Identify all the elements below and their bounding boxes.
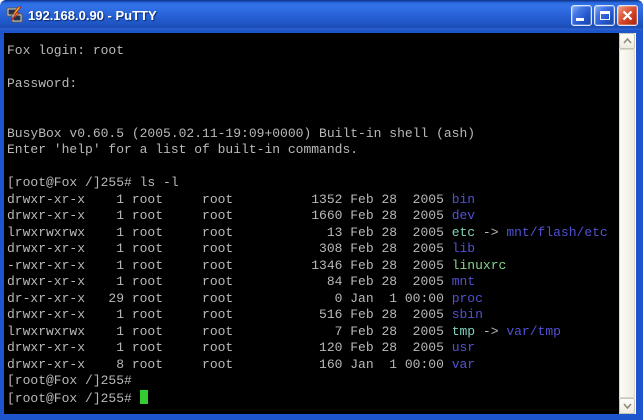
- window-controls: [571, 5, 638, 26]
- terminal-cursor: [140, 390, 148, 404]
- putty-window: 192.168.0.90 - PuTTY Fox login: root Pass…: [0, 0, 643, 420]
- terminal-line: [root@Fox /]255#: [7, 390, 619, 407]
- close-button[interactable]: [617, 5, 638, 26]
- terminal-line: BusyBox v0.60.5 (2005.02.11-19:09+0000) …: [7, 126, 619, 143]
- terminal-line: [7, 159, 619, 176]
- titlebar[interactable]: 192.168.0.90 - PuTTY: [0, 0, 643, 30]
- terminal-line: drwxr-xr-x 1 root root 120 Feb 28 2005 u…: [7, 340, 619, 357]
- scrollbar-thumb[interactable]: [619, 49, 635, 398]
- scroll-up-button[interactable]: [619, 33, 635, 49]
- window-content: Fox login: root Password: BusyBox v0.60.5 …: [0, 30, 643, 420]
- minimize-icon: [576, 18, 584, 21]
- terminal-line: [root@Fox /]255#: [7, 373, 619, 390]
- terminal-line: -rwxr-xr-x 1 root root 1346 Feb 28 2005 …: [7, 258, 619, 275]
- terminal-line: drwxr-xr-x 1 root root 308 Feb 28 2005 l…: [7, 241, 619, 258]
- maximize-button[interactable]: [594, 5, 615, 26]
- terminal-line: [7, 109, 619, 126]
- chevron-up-icon: [623, 38, 632, 44]
- scrollbar-track[interactable]: [619, 49, 635, 398]
- terminal-line: [7, 60, 619, 77]
- terminal-line: dr-xr-xr-x 29 root root 0 Jan 1 00:00 pr…: [7, 291, 619, 308]
- terminal-line: [7, 93, 619, 110]
- minimize-button[interactable]: [571, 5, 592, 26]
- terminal-line: Enter 'help' for a list of built-in comm…: [7, 142, 619, 159]
- putty-icon[interactable]: [6, 6, 24, 24]
- terminal-line: drwxr-xr-x 1 root root 1352 Feb 28 2005 …: [7, 192, 619, 209]
- maximize-icon: [600, 11, 610, 20]
- terminal-line: drwxr-xr-x 1 root root 516 Feb 28 2005 s…: [7, 307, 619, 324]
- terminal-line: [root@Fox /]255# ls -l: [7, 175, 619, 192]
- terminal-line: lrwxrwxrwx 1 root root 7 Feb 28 2005 tmp…: [7, 324, 619, 341]
- close-icon: [622, 10, 633, 21]
- terminal-line: Fox login: root: [7, 43, 619, 60]
- terminal-line: Password:: [7, 76, 619, 93]
- scroll-down-button[interactable]: [619, 398, 635, 414]
- terminal-line: drwxr-xr-x 1 root root 1660 Feb 28 2005 …: [7, 208, 619, 225]
- terminal-line: lrwxrwxrwx 1 root root 13 Feb 28 2005 et…: [7, 225, 619, 242]
- terminal-line: drwxr-xr-x 1 root root 84 Feb 28 2005 mn…: [7, 274, 619, 291]
- terminal-screen[interactable]: Fox login: root Password: BusyBox v0.60.5 …: [4, 33, 619, 414]
- window-title: 192.168.0.90 - PuTTY: [28, 8, 571, 23]
- putty-icon-graphic: [6, 6, 24, 24]
- chevron-down-icon: [623, 403, 632, 409]
- terminal-line: drwxr-xr-x 8 root root 160 Jan 1 00:00 v…: [7, 357, 619, 374]
- scrollbar[interactable]: [619, 33, 636, 414]
